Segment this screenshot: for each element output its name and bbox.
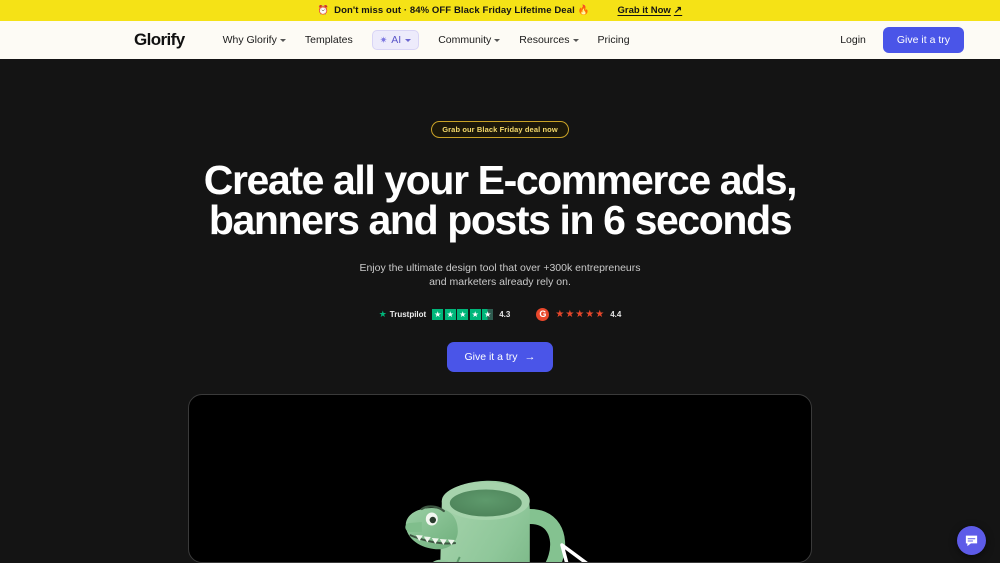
star-icon: ★ [457,309,469,320]
star-icon: ★ [432,309,444,320]
star-icon: ★ [469,309,481,320]
hero-section: Grab our Black Friday deal now Create al… [0,59,1000,563]
nav-label: AI [391,34,402,46]
nav-item-templates[interactable]: Templates [305,34,353,46]
site-header: Glorify Why Glorify Templates ✷ AI Commu… [0,21,1000,59]
promo-cta-link[interactable]: Grab it Now ↗ [617,5,682,16]
nav-item-resources[interactable]: Resources [519,34,579,46]
star-icon-half: ★ [482,309,494,320]
sparkle-icon: ✷ [379,34,388,45]
g2-logo-icon: G [536,308,550,321]
chevron-down-icon [572,39,579,42]
hero-subheading: Enjoy the ultimate design tool that over… [359,261,640,289]
arrow-up-right-icon: ↗ [673,5,683,16]
subheading-line-2: and marketers already rely on. [429,276,571,288]
promo-banner: ⏰ Don't miss out · 84% OFF Black Friday … [0,0,1000,21]
promo-cta-label: Grab it Now [617,5,671,16]
ratings-row: ★ Trustpilot ★ ★ ★ ★ ★ 4.3 G ★ ★ ★ ★ ★ 4… [378,308,621,321]
star-icon: ★ [444,309,456,320]
main-navigation: Why Glorify Templates ✷ AI Community Res… [223,30,630,50]
product-demo-canvas[interactable] [188,394,812,563]
hero-cta-label: Give it a try [464,351,518,363]
brand-logo[interactable]: Glorify [134,30,185,50]
pointer-cursor [560,543,588,562]
trustpilot-stars: ★ ★ ★ ★ ★ [432,309,494,320]
arrow-right-icon: → [524,351,536,363]
star-icon: ★ [565,308,575,320]
header-actions: Login Give it a try [840,27,964,53]
headline-line-2: banners and posts in 6 seconds [208,197,793,243]
page-title: Create all your E-commerce ads, banners … [204,160,798,243]
star-icon: ★ [595,308,605,320]
g2-stars: ★ ★ ★ ★ ★ [555,308,605,320]
trustpilot-score: 4.3 [499,310,511,319]
nav-item-pricing[interactable]: Pricing [598,34,630,46]
chevron-down-icon [405,39,412,42]
chevron-down-icon [494,39,501,42]
chevron-down-icon [279,39,286,42]
nav-item-community[interactable]: Community [438,34,501,46]
nav-item-ai[interactable]: ✷ AI [371,30,420,50]
star-icon: ★ [575,308,585,320]
nav-label: Pricing [597,34,630,46]
nav-label: Why Glorify [222,34,277,46]
alarm-icon: ⏰ [317,5,330,15]
g2-score: 4.4 [610,310,622,319]
promo-message: ⏰ Don't miss out · 84% OFF Black Friday … [318,5,590,16]
star-icon: ★ [585,308,595,320]
nav-label: Resources [519,34,570,46]
trustpilot-brand: ★ Trustpilot [378,309,427,320]
trustpilot-rating[interactable]: ★ Trustpilot ★ ★ ★ ★ ★ 4.3 [378,309,511,320]
nav-label: Templates [304,34,353,46]
trustpilot-label: Trustpilot [389,310,427,319]
hero-cta-button[interactable]: Give it a try → [447,342,553,372]
chat-launcher[interactable] [957,526,986,555]
header-signup-button[interactable]: Give it a try [882,27,964,53]
nav-item-why-glorify[interactable]: Why Glorify [223,34,286,46]
trustpilot-star-icon: ★ [378,309,387,319]
nav-label: Community [438,34,492,46]
promo-badge[interactable]: Grab our Black Friday deal now [431,121,569,138]
subheading-line-1: Enjoy the ultimate design tool that over… [359,262,641,274]
chat-bubble-icon [965,535,978,547]
g2-rating[interactable]: G ★ ★ ★ ★ ★ 4.4 [536,308,621,321]
promo-message-text: Don't miss out · 84% OFF Black Friday Li… [334,5,590,16]
login-link[interactable]: Login [840,34,866,46]
star-icon: ★ [555,308,565,320]
